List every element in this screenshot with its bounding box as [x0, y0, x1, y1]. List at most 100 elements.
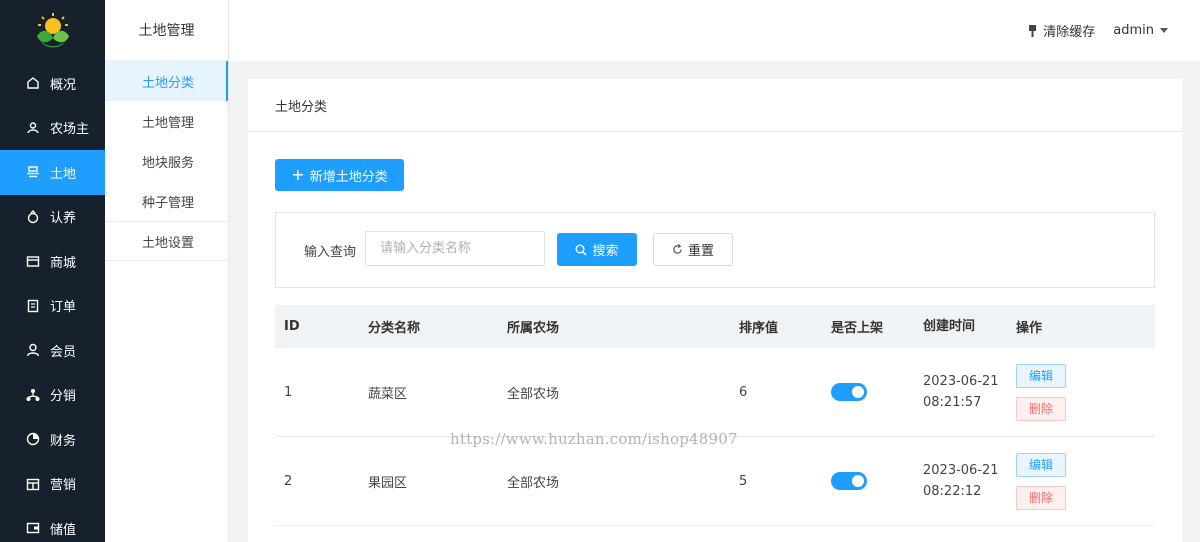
column-header-created: 创建时间 [923, 319, 976, 334]
land-icon [25, 164, 41, 180]
cell-on-shelf [831, 472, 923, 490]
created-date: 2023-06-21 [923, 463, 999, 478]
finance-icon [25, 431, 41, 447]
home-icon [25, 75, 41, 91]
created-date: 2023-06-21 [923, 374, 999, 389]
sidebar-item-label: 会员 [50, 344, 77, 360]
search-input[interactable] [365, 231, 545, 266]
sidebar-item-label: 订单 [50, 300, 77, 316]
member-icon [25, 342, 41, 358]
sidebar-item-adopt[interactable]: 认养 [0, 195, 105, 240]
cell-name: 果园区 [368, 475, 408, 491]
category-table: ID 分类名称 所属农场 排序值 是否上架 创建时间 操作 1 蔬菜区 全部农场… [275, 305, 1155, 526]
cell-actions: 编辑 删除 [1016, 363, 1155, 421]
chevron-down-icon [1160, 28, 1168, 33]
search-button[interactable]: 搜索 [557, 233, 637, 266]
sidebar-item-label: 财务 [50, 433, 77, 449]
wallet-icon [25, 520, 41, 536]
add-land-category-button[interactable]: + 新增土地分类 [275, 159, 404, 191]
cell-farm: 全部农场 [507, 386, 560, 402]
watermark: https://www.huzhan.com/ishop48907 [450, 430, 738, 448]
submenu-item-land-manage[interactable]: 土地管理 [105, 101, 228, 141]
cell-created: 2023-06-21 08:21:57 [923, 371, 1016, 413]
page-title: 土地分类 [248, 79, 1182, 132]
broom-icon [1029, 24, 1037, 37]
sidebar-item-label: 概况 [50, 77, 77, 93]
sidebar-item-wallet[interactable]: 储值 [0, 506, 105, 542]
on-shelf-toggle[interactable] [831, 383, 867, 401]
sidebar-item-label: 储值 [50, 522, 77, 538]
marketing-icon [25, 476, 41, 492]
on-shelf-toggle[interactable] [831, 472, 867, 490]
content-card: 土地分类 + 新增土地分类 输入查询 搜索 重置 ID 分类名称 所属农场 排序… [248, 79, 1182, 542]
sidebar-item-label: 商城 [50, 255, 77, 271]
cell-actions: 编辑 删除 [1016, 452, 1155, 510]
distribution-icon [25, 387, 41, 403]
farmer-icon [25, 120, 41, 136]
delete-button[interactable]: 删除 [1016, 485, 1066, 510]
top-header: 清除缓存 admin [229, 0, 1200, 61]
submenu-item-land-category[interactable]: 土地分类 [105, 61, 228, 101]
cell-id: 2 [284, 473, 293, 489]
column-header-on-shelf: 是否上架 [831, 321, 884, 336]
cell-sort: 5 [739, 473, 748, 489]
sidebar-item-label: 认养 [50, 211, 77, 227]
logo-icon [36, 12, 69, 47]
clear-cache-button[interactable]: 清除缓存 [1027, 21, 1095, 40]
reset-button-label: 重置 [687, 244, 714, 259]
column-header-actions: 操作 [1016, 321, 1043, 336]
refresh-icon [673, 244, 682, 254]
user-name: admin [1113, 23, 1154, 38]
sidebar-item-finance[interactable]: 财务 [0, 417, 105, 462]
column-header-sort: 排序值 [739, 321, 779, 336]
submenu-item-seed-manage[interactable]: 种子管理 [105, 181, 228, 221]
sidebar-item-farmer[interactable]: 农场主 [0, 106, 105, 151]
plus-icon: + [291, 165, 305, 184]
user-menu[interactable]: admin [1113, 23, 1168, 38]
sidebar-item-label: 土地 [50, 166, 77, 182]
sidebar-item-label: 农场主 [50, 122, 90, 138]
sidebar-item-order[interactable]: 订单 [0, 284, 105, 329]
column-header-farm: 所属农场 [507, 321, 560, 336]
cell-id: 1 [284, 384, 293, 400]
search-label: 输入查询 [304, 245, 357, 260]
submenu-item-plot-service[interactable]: 地块服务 [105, 141, 228, 181]
sidebar-item-label: 营销 [50, 478, 77, 494]
cell-farm: 全部农场 [507, 475, 560, 491]
submenu: 土地管理 土地分类 土地管理 地块服务 种子管理 土地设置 [105, 0, 229, 542]
cell-on-shelf [831, 383, 923, 401]
clear-cache-label: 清除缓存 [1043, 25, 1096, 40]
edit-button[interactable]: 编辑 [1016, 452, 1066, 477]
order-icon [25, 298, 41, 314]
main-sidebar: 概况 农场主 土地 认养 商城 订单 会员 分销 财务 营销 储值 [0, 0, 105, 542]
shop-icon [25, 253, 41, 269]
logo[interactable] [0, 0, 105, 61]
delete-button[interactable]: 删除 [1016, 396, 1066, 421]
sidebar-item-label: 分销 [50, 389, 77, 405]
submenu-title: 土地管理 [105, 0, 228, 61]
cell-created: 2023-06-21 08:22:12 [923, 460, 1016, 502]
table-header: ID 分类名称 所属农场 排序值 是否上架 创建时间 操作 [275, 305, 1155, 348]
search-button-label: 搜索 [592, 244, 619, 259]
search-icon [575, 244, 587, 255]
reset-button[interactable]: 重置 [653, 233, 733, 266]
submenu-item-land-settings[interactable]: 土地设置 [105, 221, 228, 261]
sidebar-item-member[interactable]: 会员 [0, 328, 105, 373]
sidebar-item-land[interactable]: 土地 [0, 150, 105, 195]
cell-sort: 6 [739, 384, 748, 400]
sidebar-item-shop[interactable]: 商城 [0, 239, 105, 284]
column-header-name: 分类名称 [368, 321, 421, 336]
column-header-id: ID [284, 319, 300, 334]
sidebar-item-distribution[interactable]: 分销 [0, 373, 105, 418]
search-panel: 输入查询 搜索 重置 [275, 212, 1155, 288]
add-button-label: 新增土地分类 [309, 169, 388, 185]
adopt-icon [25, 209, 41, 225]
table-row: 2 果园区 全部农场 5 2023-06-21 08:22:12 编辑 删除 [275, 437, 1155, 526]
created-time: 08:22:12 [923, 484, 982, 499]
cell-name: 蔬菜区 [368, 386, 408, 402]
sidebar-item-marketing[interactable]: 营销 [0, 462, 105, 507]
table-row: 1 蔬菜区 全部农场 6 2023-06-21 08:21:57 编辑 删除 [275, 348, 1155, 437]
created-time: 08:21:57 [923, 395, 982, 410]
sidebar-item-overview[interactable]: 概况 [0, 61, 105, 106]
edit-button[interactable]: 编辑 [1016, 363, 1066, 388]
